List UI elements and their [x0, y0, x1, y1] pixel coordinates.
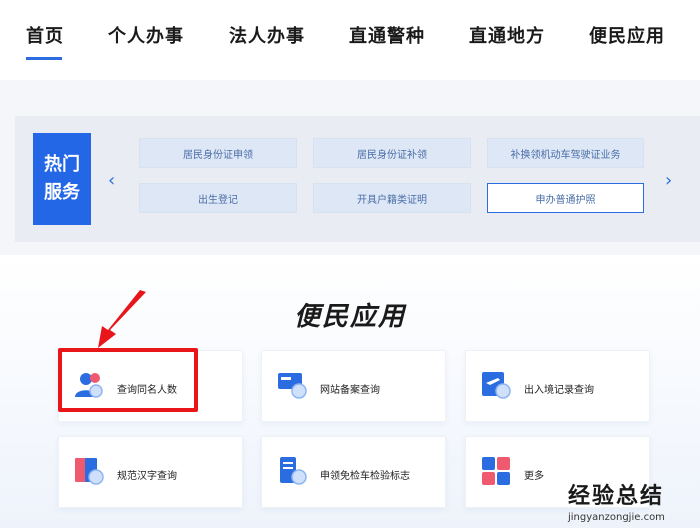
app-card-border-record[interactable]: 出入境记录查询 [465, 350, 650, 422]
nav-item-apps[interactable]: 便民应用 [589, 22, 665, 48]
nav-item-personal[interactable]: 个人办事 [108, 22, 184, 48]
watermark: 经验总结 jingyanzongjie.com [568, 478, 665, 523]
nav-item-corporate[interactable]: 法人办事 [229, 22, 305, 48]
app-card-vehicle-sticker[interactable]: 申领免检车检验标志 [261, 436, 446, 508]
red-arrow-pointer-icon [98, 290, 146, 348]
nav-item-home[interactable]: 首页 [26, 22, 64, 48]
hot-service-id-reissue[interactable]: 居民身份证补领 [313, 138, 471, 168]
watermark-url: jingyanzongjie.com [568, 512, 665, 523]
hot-service-household-cert[interactable]: 开具户籍类证明 [313, 183, 471, 213]
chevron-left-icon[interactable]: ‹ [108, 170, 115, 191]
highlight-box [58, 348, 198, 412]
app-card-label: 申领免检车检验标志 [320, 471, 410, 482]
nav-active-indicator [26, 57, 62, 60]
hot-service-id-apply[interactable]: 居民身份证申领 [139, 138, 297, 168]
vehicle-document-icon [280, 457, 307, 485]
hot-service-birth[interactable]: 出生登记 [139, 183, 297, 213]
flight-record-icon [482, 372, 511, 399]
nav-item-police-types[interactable]: 直通警种 [349, 22, 425, 48]
website-record-icon [278, 373, 307, 399]
chevron-right-icon[interactable]: › [665, 170, 672, 191]
app-card-website-record[interactable]: 网站备案查询 [261, 350, 446, 422]
app-card-label: 规范汉字查询 [117, 471, 177, 482]
app-card-label: 出入境记录查询 [524, 385, 594, 396]
hot-service-license[interactable]: 补换领机动车驾驶证业务 [487, 138, 644, 168]
hot-badge-line2: 服务 [44, 182, 80, 203]
watermark-text: 经验总结 [568, 484, 665, 509]
hot-service-passport[interactable]: 申办普通护照 [487, 183, 644, 213]
app-card-label: 网站备案查询 [320, 385, 380, 396]
app-card-standard-chars[interactable]: 规范汉字查询 [58, 436, 243, 508]
grid-more-icon [482, 457, 510, 485]
hot-services-panel [15, 116, 700, 242]
top-nav: 首页 个人办事 法人办事 直通警种 直通地方 便民应用 [0, 0, 700, 80]
hot-badge-line1: 热门 [44, 154, 80, 175]
app-card-label: 更多 [524, 471, 544, 482]
hot-services-badge: 热门 服务 [33, 133, 91, 225]
book-search-icon [75, 458, 104, 485]
nav-item-local[interactable]: 直通地方 [469, 22, 545, 48]
